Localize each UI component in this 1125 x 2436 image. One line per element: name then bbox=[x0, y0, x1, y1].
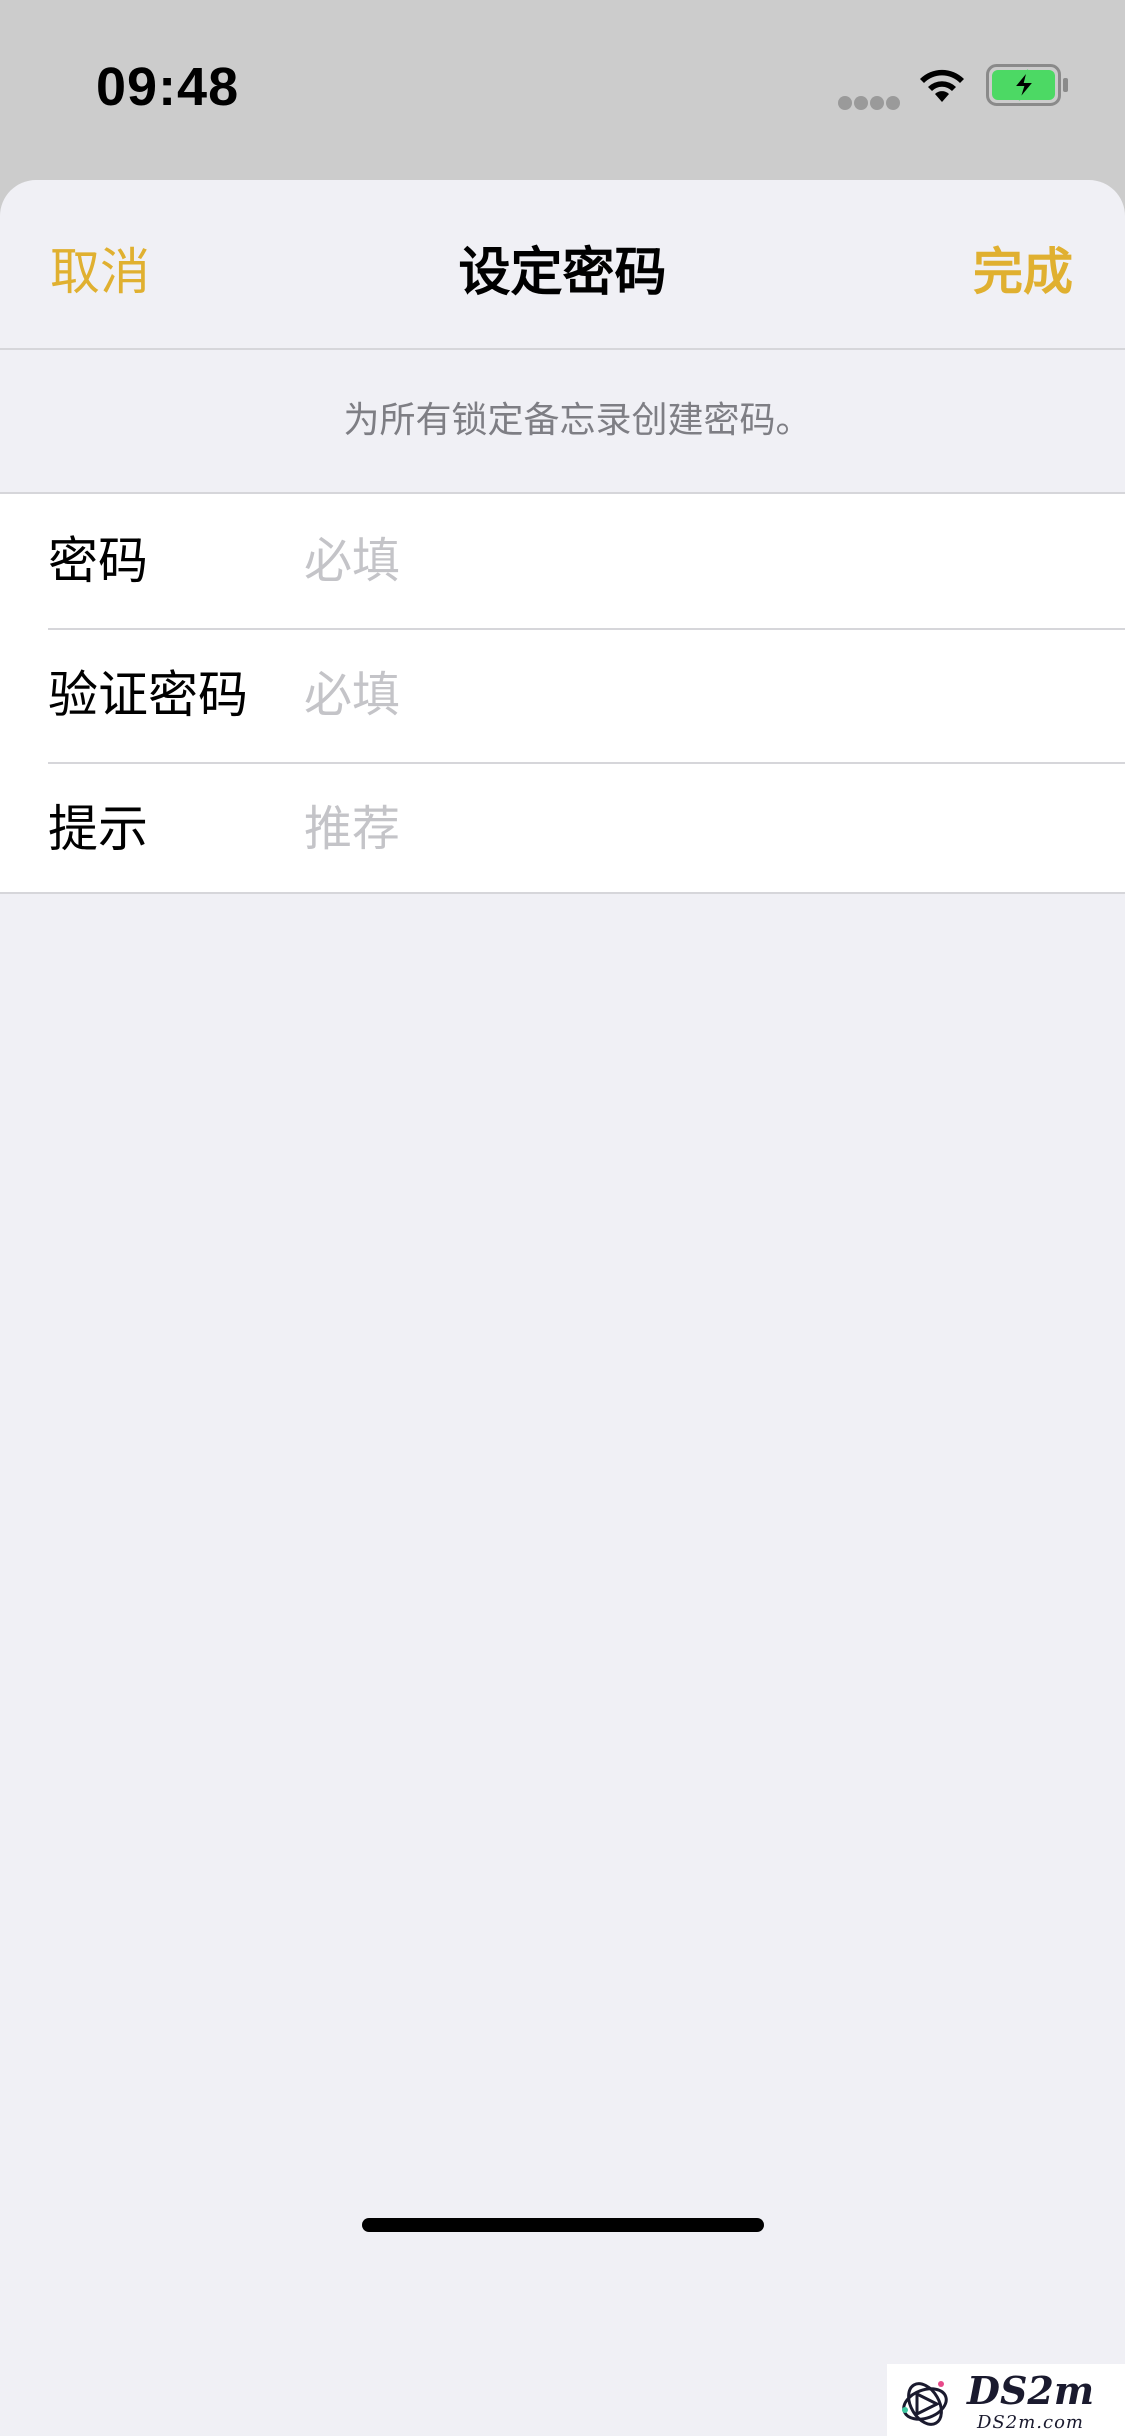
battery-charging-icon bbox=[986, 64, 1068, 106]
watermark-subtext: DS2m.com bbox=[977, 2412, 1084, 2433]
status-bar: 09:48 bbox=[0, 0, 1125, 180]
done-button[interactable]: 完成 bbox=[973, 232, 1073, 304]
password-label: 密码 bbox=[48, 532, 148, 590]
hint-row: 提示 bbox=[0, 762, 1125, 896]
password-form: 密码 验证密码 提示 bbox=[0, 492, 1125, 896]
page-title: 设定密码 bbox=[458, 243, 667, 303]
nav-bar: 取消 设定密码 完成 bbox=[0, 180, 1125, 350]
hint-label: 提示 bbox=[48, 800, 148, 858]
signal-dots-icon bbox=[838, 96, 900, 110]
verify-password-row: 验证密码 bbox=[0, 628, 1125, 762]
watermark-text: DS2m bbox=[967, 2368, 1095, 2413]
home-indicator[interactable] bbox=[362, 2218, 764, 2232]
watermark: DS2m DS2m.com bbox=[887, 2364, 1125, 2436]
section-header: 为所有锁定备忘录创建密码。 bbox=[343, 400, 812, 441]
verify-password-label: 验证密码 bbox=[48, 666, 248, 724]
status-time: 09:48 bbox=[96, 57, 240, 117]
verify-password-input[interactable] bbox=[304, 628, 1084, 762]
hint-input[interactable] bbox=[304, 762, 1084, 896]
password-sheet: 取消 设定密码 完成 为所有锁定备忘录创建密码。 密码 验证密码 提示 bbox=[0, 180, 1125, 2436]
password-input[interactable] bbox=[304, 494, 1084, 628]
password-row: 密码 bbox=[0, 494, 1125, 628]
wifi-icon bbox=[920, 69, 964, 102]
watermark-logo-icon bbox=[902, 2381, 948, 2426]
